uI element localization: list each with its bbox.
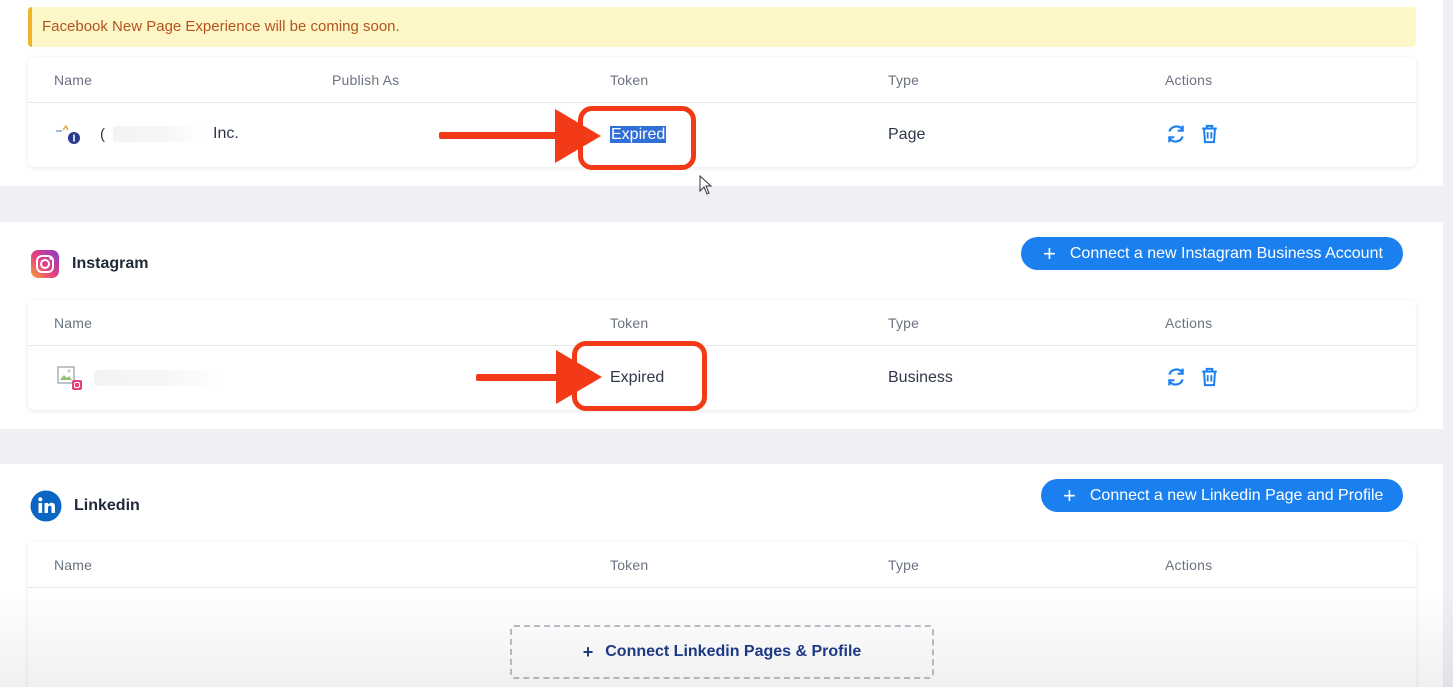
linkedin-section-header: Linkedin [30,490,140,522]
refresh-icon [1168,368,1184,386]
linkedin-section: Linkedin + Connect a new Linkedin Page a… [0,464,1443,687]
facebook-notice: Facebook New Page Experience will be com… [28,7,1416,47]
refresh-icon [1168,125,1184,143]
mouse-cursor-icon [699,174,713,200]
instagram-accounts-table: Name Token Type Actions Expired Business [28,300,1416,410]
account-name-prefix: ( [100,125,105,143]
table-row: ( Inc. Expired Page [28,103,1416,195]
connect-linkedin-pages-label: Connect Linkedin Pages & Profile [605,643,862,660]
connect-linkedin-button[interactable]: + Connect a new Linkedin Page and Profil… [1041,479,1404,512]
redacted-name [113,126,205,142]
facebook-section: Facebook New Page Experience will be com… [0,0,1443,195]
trash-icon [1201,367,1217,387]
token-status: Expired [610,126,667,144]
refresh-token-button[interactable] [1165,366,1187,388]
table-header: Name Token Type Actions [28,542,1416,588]
delete-account-button[interactable] [1198,123,1220,145]
connect-linkedin-label: Connect a new Linkedin Page and Profile [1089,486,1384,504]
table-row: Expired Business [28,346,1416,410]
table-header: Name Publish As Token Type Actions [28,57,1416,103]
plus-icon: + [1043,240,1056,266]
token-status-text: Expired [610,126,667,143]
column-header-name: Name [54,72,93,88]
broken-image-icon [54,365,84,391]
column-header-publish-as: Publish As [332,72,400,88]
instagram-section: Instagram + Connect a new Instagram Busi… [0,222,1443,429]
facebook-page-avatar-icon [54,123,80,145]
account-type: Page [888,126,926,143]
column-header-token: Token [610,72,649,88]
table-header: Name Token Type Actions [28,300,1416,346]
account-name-cell [54,365,222,391]
plus-icon: + [1063,482,1076,508]
connect-instagram-button[interactable]: + Connect a new Instagram Business Accou… [1021,237,1403,270]
connect-linkedin-pages-button[interactable]: + Connect Linkedin Pages & Profile [510,625,934,679]
column-header-type: Type [888,557,920,573]
instagram-logo-icon [30,249,60,279]
linkedin-section-title: Linkedin [74,497,140,514]
instagram-section-title: Instagram [72,255,149,272]
token-status: Expired [610,369,665,386]
account-type: Business [888,369,953,386]
column-header-actions: Actions [1165,315,1213,331]
plus-icon: + [582,641,594,662]
column-header-name: Name [54,557,93,573]
column-header-type: Type [888,72,920,88]
column-header-type: Type [888,315,920,331]
column-header-actions: Actions [1165,72,1213,88]
linkedin-logo-icon [30,490,62,522]
delete-account-button[interactable] [1198,366,1220,388]
redacted-name [94,370,222,386]
column-header-actions: Actions [1165,557,1213,573]
trash-icon [1201,124,1217,144]
connect-instagram-label: Connect a new Instagram Business Account [1069,244,1383,262]
column-header-token: Token [610,557,649,573]
column-header-token: Token [610,315,649,331]
social-accounts-page: Facebook New Page Experience will be com… [0,0,1453,687]
column-header-name: Name [54,315,93,331]
account-name-suffix: Inc. [213,125,239,142]
instagram-section-header: Instagram [30,249,148,279]
linkedin-accounts-table: Name Token Type Actions + Connect Linked… [28,542,1416,687]
refresh-token-button[interactable] [1165,123,1187,145]
account-name-cell: ( Inc. [54,123,239,145]
facebook-accounts-table: Name Publish As Token Type Actions (Inc… [28,57,1416,195]
